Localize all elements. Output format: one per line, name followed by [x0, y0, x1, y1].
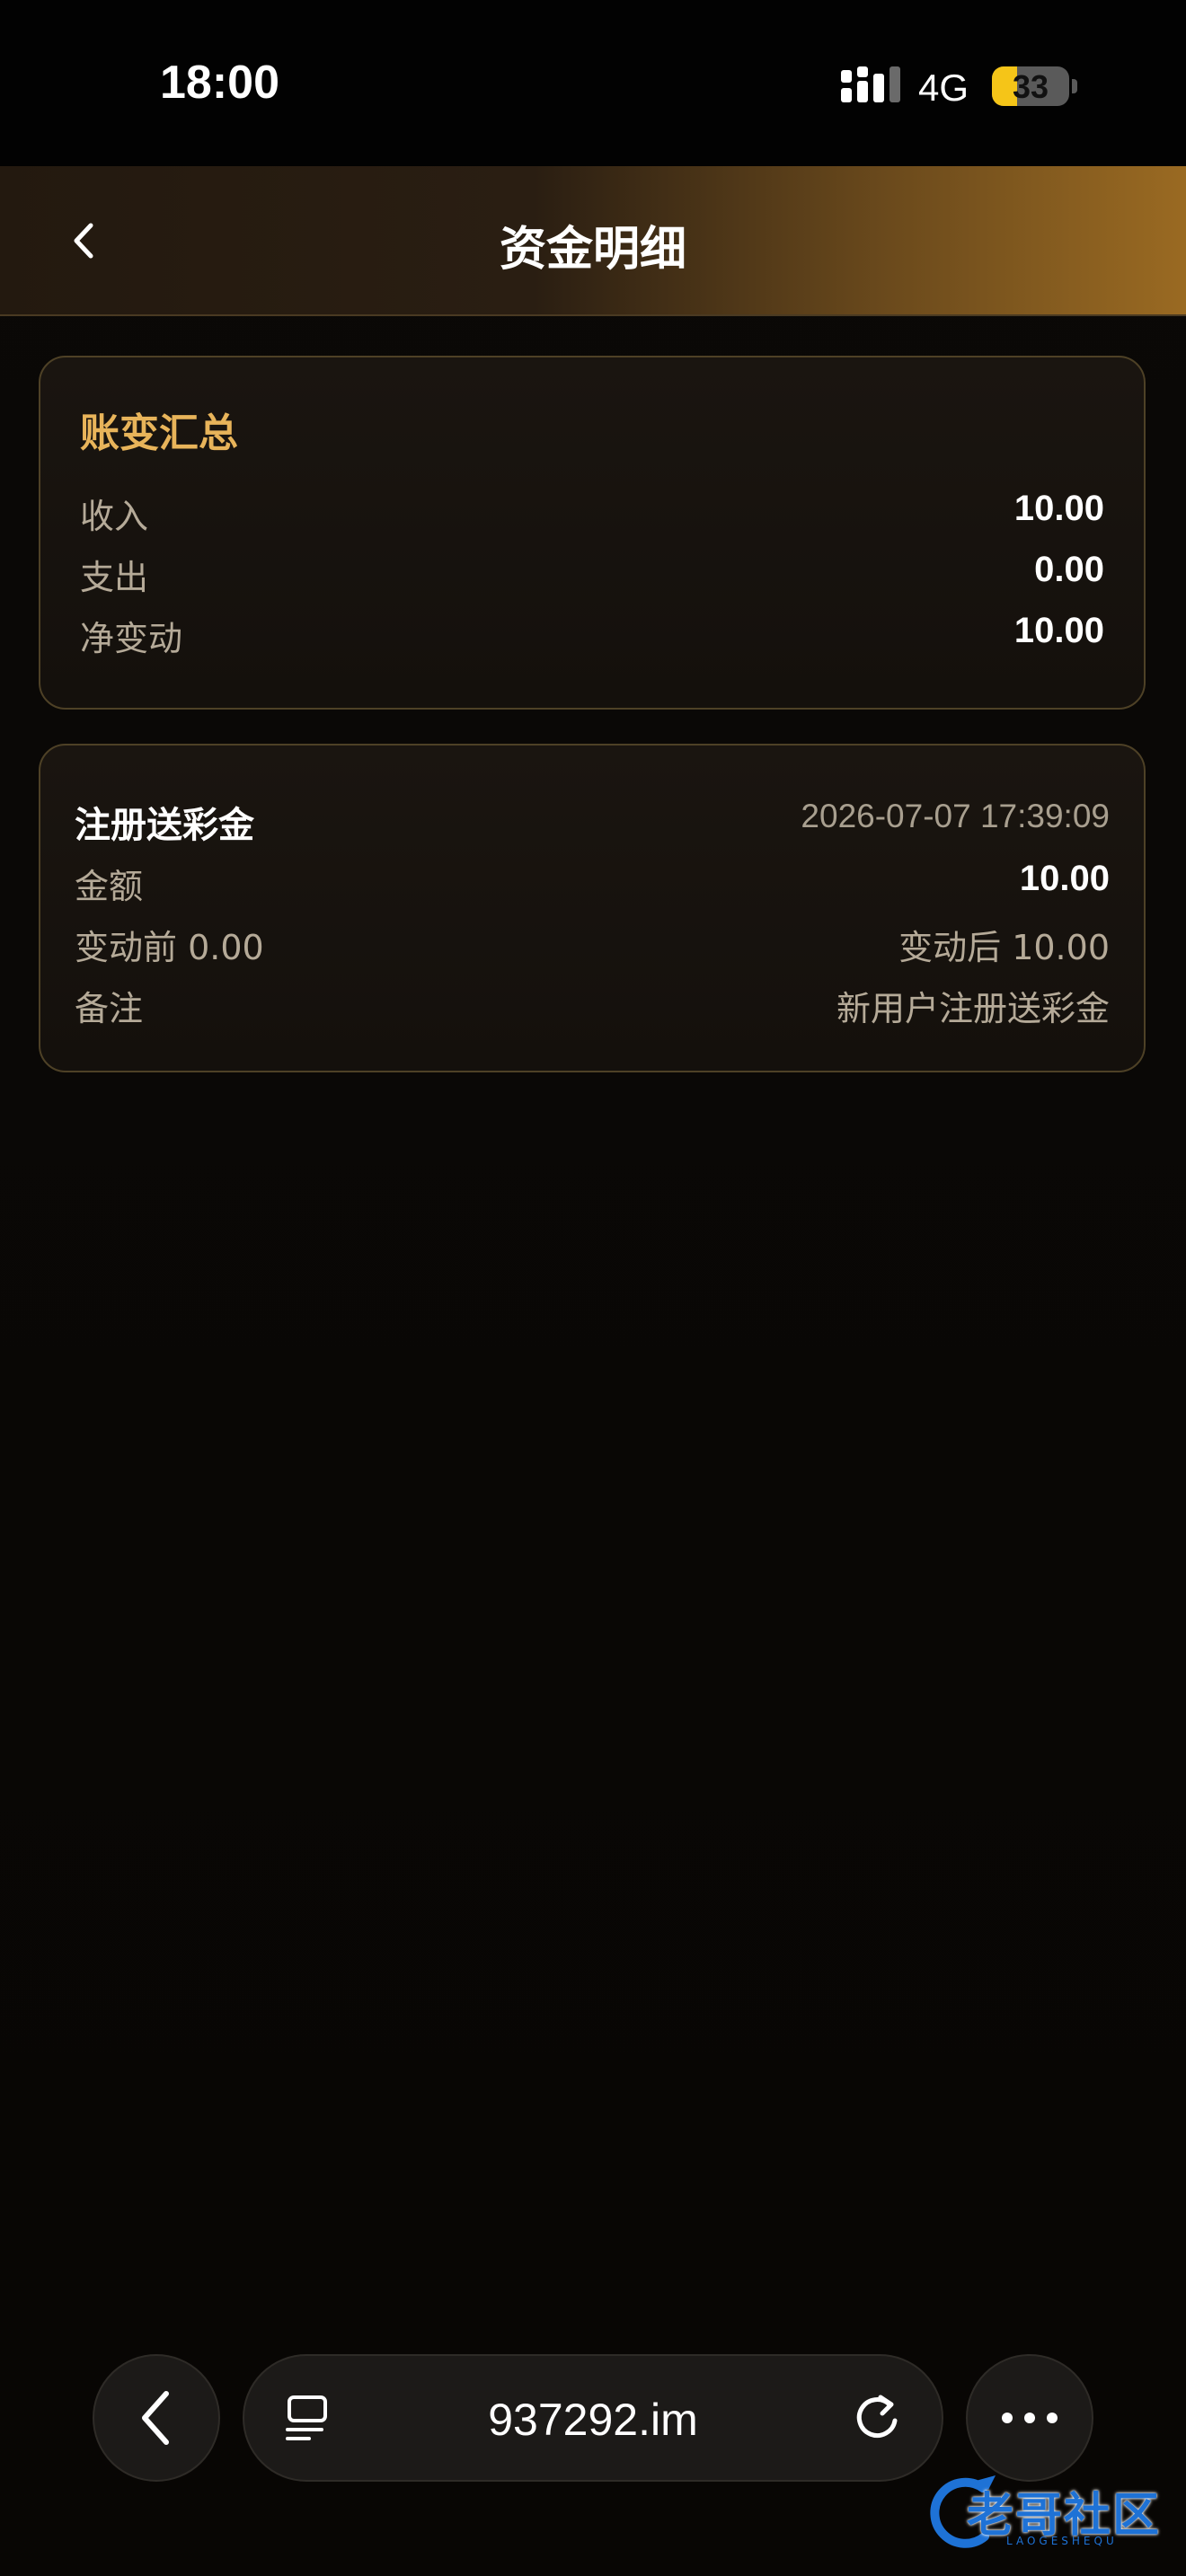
- battery-level: 33: [1012, 68, 1049, 105]
- amount-label: 金额: [75, 867, 144, 906]
- amount-value: 10.00: [1019, 859, 1110, 898]
- transaction-time: 2026-07-07 17:39:09: [801, 798, 1110, 834]
- url-text[interactable]: 937292.im: [244, 2394, 942, 2446]
- summary-row-value: 10.00: [1013, 489, 1104, 528]
- battery-icon: 33: [992, 66, 1069, 106]
- watermark-logo: 老哥社区 LAOGESHEQU: [920, 2468, 1181, 2558]
- page-title: 资金明细: [499, 223, 686, 277]
- transaction-amount-row: 金额 10.00: [75, 859, 1110, 906]
- summary-title: 账变汇总: [80, 410, 238, 456]
- screen: 18:00 4G 33 资金明细 账变汇总 收入 10.00 支出 0.00 净…: [0, 0, 1186, 2576]
- transaction-note-row: 备注 新用户注册送彩金: [75, 981, 1110, 1028]
- signal-icon: [841, 66, 900, 102]
- status-bar: 18:00 4G 33: [0, 0, 1186, 166]
- summary-card: 账变汇总 收入 10.00 支出 0.00 净变动 10.00: [39, 356, 1146, 710]
- address-bar[interactable]: 937292.im: [243, 2354, 943, 2482]
- transaction-card[interactable]: 注册送彩金 2026-07-07 17:39:09 金额 10.00 变动前 0…: [39, 744, 1146, 1072]
- transaction-header: 注册送彩金 2026-07-07 17:39:09: [75, 796, 1110, 846]
- summary-row-income: 收入 10.00: [80, 489, 1104, 536]
- transaction-balance-row: 变动前 0.00 变动后 10.00: [75, 920, 1110, 967]
- note-value: 新用户注册送彩金: [836, 989, 1110, 1028]
- transaction-title: 注册送彩金: [75, 805, 254, 846]
- balance-before: 变动前 0.00: [75, 928, 264, 967]
- note-label: 备注: [75, 989, 144, 1028]
- back-icon: [142, 2391, 169, 2445]
- browser-more-button[interactable]: [966, 2354, 1093, 2482]
- page-header: 资金明细: [0, 166, 1186, 316]
- watermark-subtext: LAOGESHEQU: [1006, 2535, 1118, 2547]
- battery-tip: [1072, 79, 1077, 93]
- summary-row-value: 0.00: [1034, 550, 1104, 589]
- status-time: 18:00: [160, 57, 279, 109]
- summary-row-label: 支出: [80, 558, 149, 597]
- summary-row-net: 净变动 10.00: [80, 611, 1104, 658]
- more-icon: [1002, 2413, 1058, 2423]
- network-type: 4G: [918, 66, 969, 109]
- balance-after: 变动后 10.00: [898, 928, 1110, 967]
- summary-row-expense: 支出 0.00: [80, 550, 1104, 597]
- summary-row-label: 净变动: [80, 619, 183, 658]
- browser-back-button[interactable]: [93, 2354, 220, 2482]
- summary-row-label: 收入: [80, 497, 149, 536]
- reload-icon[interactable]: [854, 2392, 904, 2446]
- summary-row-value: 10.00: [1013, 611, 1104, 650]
